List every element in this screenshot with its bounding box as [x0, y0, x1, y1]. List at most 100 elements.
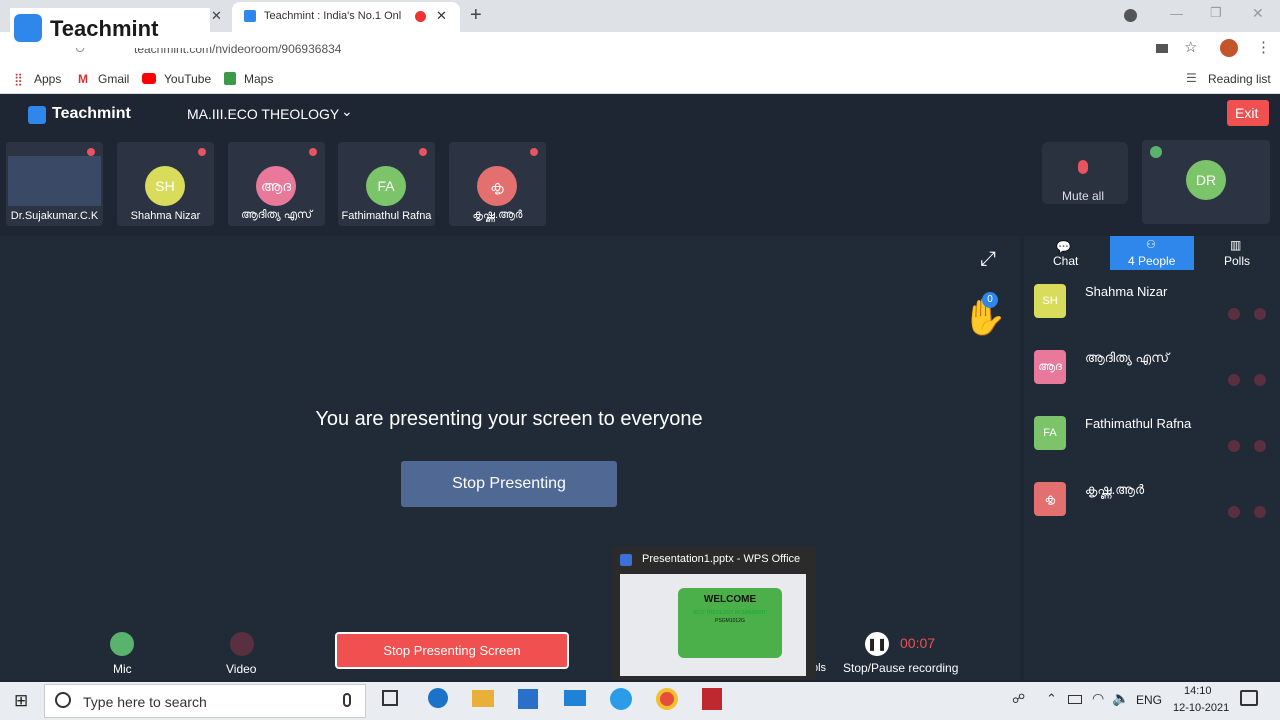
bookmark-apps[interactable]: Apps — [34, 72, 61, 86]
tab-chat[interactable]: Chat — [1053, 254, 1078, 268]
bookmarks-bar: ⣿ Apps M Gmail YouTube Maps ☰ Reading li… — [0, 66, 1280, 94]
polls-icon: ▥ — [1230, 238, 1242, 252]
presenting-message: You are presenting your screen to everyo… — [315, 408, 703, 430]
language-indicator[interactable]: ENG — [1136, 693, 1162, 707]
chrome-icon[interactable] — [656, 688, 678, 710]
new-tab-icon[interactable]: + — [470, 4, 482, 27]
preview-title: Presentation1.pptx - WPS Office — [642, 553, 801, 565]
record-label: Stop/Pause recording — [843, 661, 959, 675]
app-header: Teachmint MA.III.ECO THEOLOGY ⌄ Exit — [0, 94, 1280, 134]
avatar: FA — [1034, 416, 1066, 450]
wps-office-icon[interactable] — [702, 688, 722, 710]
stop-screen-button[interactable]: Stop Presenting Screen — [335, 632, 569, 669]
expand-icon[interactable]: ⤢ — [980, 248, 996, 271]
tab-people[interactable]: ⚇ 4 People — [1110, 236, 1194, 270]
tab-people-label: 4 People — [1128, 254, 1176, 268]
bookmark-youtube[interactable]: YouTube — [164, 72, 211, 86]
classroom-name[interactable]: MA.III.ECO THEOLOGY — [187, 106, 339, 122]
tab-close-icon[interactable]: ✕ — [211, 8, 222, 24]
mic-icon — [1150, 146, 1162, 158]
search-icon — [55, 692, 71, 708]
mail-icon[interactable] — [564, 690, 586, 706]
mic-label: Mic — [113, 662, 132, 676]
clock-time[interactable]: 14:10 — [1184, 685, 1212, 697]
avatar: ആദ — [256, 166, 296, 206]
menu-icon[interactable]: ⋮ — [1256, 38, 1271, 56]
participant-tile[interactable]: കൃ കൃഷ്ണ.ആർ — [449, 142, 546, 226]
minimize-icon[interactable]: — — [1170, 6, 1183, 21]
microphone-icon[interactable] — [343, 693, 351, 707]
mic-off-icon[interactable] — [1254, 506, 1266, 518]
list-item: കൃ കൃഷ്ണ.ആർ — [1034, 482, 1274, 532]
participant-tile[interactable]: SH Shahma Nizar — [117, 142, 214, 226]
person-name: കൃഷ്ണ.ആർ — [1085, 482, 1145, 497]
list-item: ആദ ആദിത്യ എസ് — [1034, 350, 1274, 400]
volume-icon[interactable]: 🔈 — [1112, 690, 1129, 707]
video-off-icon[interactable] — [1228, 440, 1240, 452]
mic-icon[interactable] — [110, 632, 134, 656]
reading-list-icon: ☰ — [1186, 71, 1197, 85]
people-tray-icon[interactable]: ☍ — [1012, 691, 1025, 707]
mute-all-button[interactable]: Mute all — [1042, 142, 1128, 204]
edge-legacy-icon[interactable] — [428, 688, 448, 708]
edge-icon[interactable] — [610, 688, 632, 710]
chevron-up-icon[interactable]: ⌃ — [1046, 691, 1057, 707]
mic-off-icon[interactable] — [1254, 440, 1266, 452]
participant-tile[interactable]: Dr.Sujakumar.C.K — [6, 142, 103, 226]
stop-presenting-button[interactable]: Stop Presenting — [401, 461, 617, 507]
notifications-icon[interactable] — [1240, 690, 1258, 706]
clock-date[interactable]: 12-10-2021 — [1173, 702, 1229, 714]
participant-tile[interactable]: FA Fathimathul Rafna — [338, 142, 435, 226]
tile-name: Shahma Nizar — [130, 210, 201, 222]
self-tile[interactable]: DR — [1142, 140, 1270, 224]
reading-list[interactable]: Reading list — [1208, 72, 1271, 86]
active-tab[interactable]: Teachmint : India's No.1 Onl ✕ — [232, 2, 460, 32]
close-window-icon[interactable]: ✕ — [1252, 5, 1264, 22]
tab-close-icon[interactable]: ✕ — [436, 8, 447, 24]
participant-tile[interactable]: ആദ ആദിത്യ എസ് — [228, 142, 325, 226]
avatar: FA — [366, 166, 406, 206]
exit-button[interactable]: Exit — [1227, 100, 1269, 126]
wifi-icon[interactable]: ◠ — [1092, 690, 1104, 707]
video-off-icon[interactable] — [1228, 374, 1240, 386]
star-icon[interactable]: ☆ — [1184, 38, 1197, 56]
chevron-down-icon[interactable]: ⌄ — [341, 103, 353, 120]
video-off-icon[interactable] — [230, 632, 254, 656]
extension-icon[interactable] — [1220, 39, 1238, 57]
camera-icon[interactable] — [1156, 44, 1168, 53]
video-label: Video — [226, 662, 257, 676]
mic-off-icon[interactable] — [1254, 374, 1266, 386]
pause-icon[interactable]: ❚❚ — [865, 632, 889, 656]
tab-polls[interactable]: Polls — [1224, 254, 1250, 268]
search-box[interactable]: Type here to search — [44, 684, 366, 718]
person-name: Shahma Nizar — [1085, 284, 1168, 299]
screen-thumbnail — [8, 156, 101, 206]
file-explorer-icon[interactable] — [472, 690, 494, 707]
maximize-icon[interactable]: ❐ — [1210, 5, 1222, 21]
logo-text: Teachmint — [50, 16, 159, 41]
search-placeholder: Type here to search — [83, 694, 207, 710]
mic-off-icon[interactable] — [1254, 308, 1266, 320]
avatar: DR — [1186, 160, 1226, 200]
mic-off-icon — [530, 148, 538, 156]
bookmark-maps[interactable]: Maps — [244, 72, 273, 86]
profile-icon[interactable] — [1124, 9, 1137, 22]
taskbar-preview[interactable]: Presentation1.pptx - WPS Office WELCOME … — [612, 546, 816, 680]
video-off-icon[interactable] — [1228, 308, 1240, 320]
slide-shape: WELCOME ECO THEOLOGY IN SANSKRIT PSGM101… — [678, 588, 782, 658]
store-icon[interactable] — [518, 689, 538, 709]
mic-off-icon — [309, 148, 317, 156]
exit-label: Exit — [1235, 105, 1259, 121]
task-view-icon[interactable] — [382, 690, 398, 706]
brand-name: Teachmint — [52, 105, 131, 122]
slide-title: WELCOME — [703, 594, 757, 605]
battery-icon[interactable] — [1068, 695, 1082, 704]
person-name: ആദിത്യ എസ് — [1085, 350, 1169, 365]
video-off-icon[interactable] — [1228, 506, 1240, 518]
tile-name: Dr.Sujakumar.C.K — [10, 210, 99, 222]
maps-icon — [224, 72, 236, 85]
bookmark-gmail[interactable]: Gmail — [98, 72, 129, 86]
mute-all-label: Mute all — [1062, 189, 1105, 203]
tile-name: Fathimathul Rafna — [341, 210, 432, 222]
windows-start-icon[interactable]: ⊞ — [14, 691, 28, 711]
